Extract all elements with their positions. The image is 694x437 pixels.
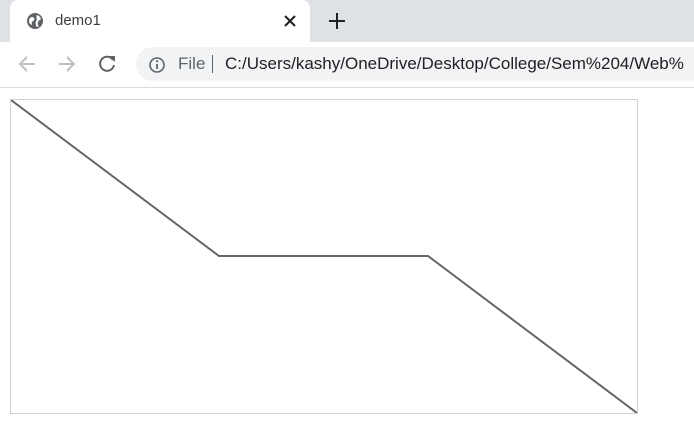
globe-icon — [27, 13, 43, 29]
tab-strip: demo1 — [0, 0, 694, 42]
arrow-right-icon[interactable] — [56, 53, 78, 75]
page-content — [0, 88, 694, 437]
reload-icon[interactable] — [96, 53, 118, 75]
close-icon[interactable] — [280, 11, 300, 31]
scheme-label: File — [178, 54, 206, 73]
info-icon[interactable] — [148, 56, 166, 74]
url-text[interactable]: C:/Users/kashy/OneDrive/Desktop/College/… — [225, 55, 684, 73]
tab-title: demo1 — [55, 12, 101, 29]
arrow-left-icon[interactable] — [16, 53, 38, 75]
address-bar[interactable]: File C:/Users/kashy/OneDrive/Desktop/Col… — [136, 47, 694, 81]
canvas-drawing — [11, 100, 637, 413]
drawing-canvas — [10, 99, 638, 414]
active-tab[interactable]: demo1 — [10, 0, 310, 42]
plus-icon[interactable] — [326, 10, 348, 32]
drawn-line — [11, 100, 637, 413]
browser-toolbar: File C:/Users/kashy/OneDrive/Desktop/Col… — [0, 42, 694, 88]
separator — [212, 55, 213, 73]
